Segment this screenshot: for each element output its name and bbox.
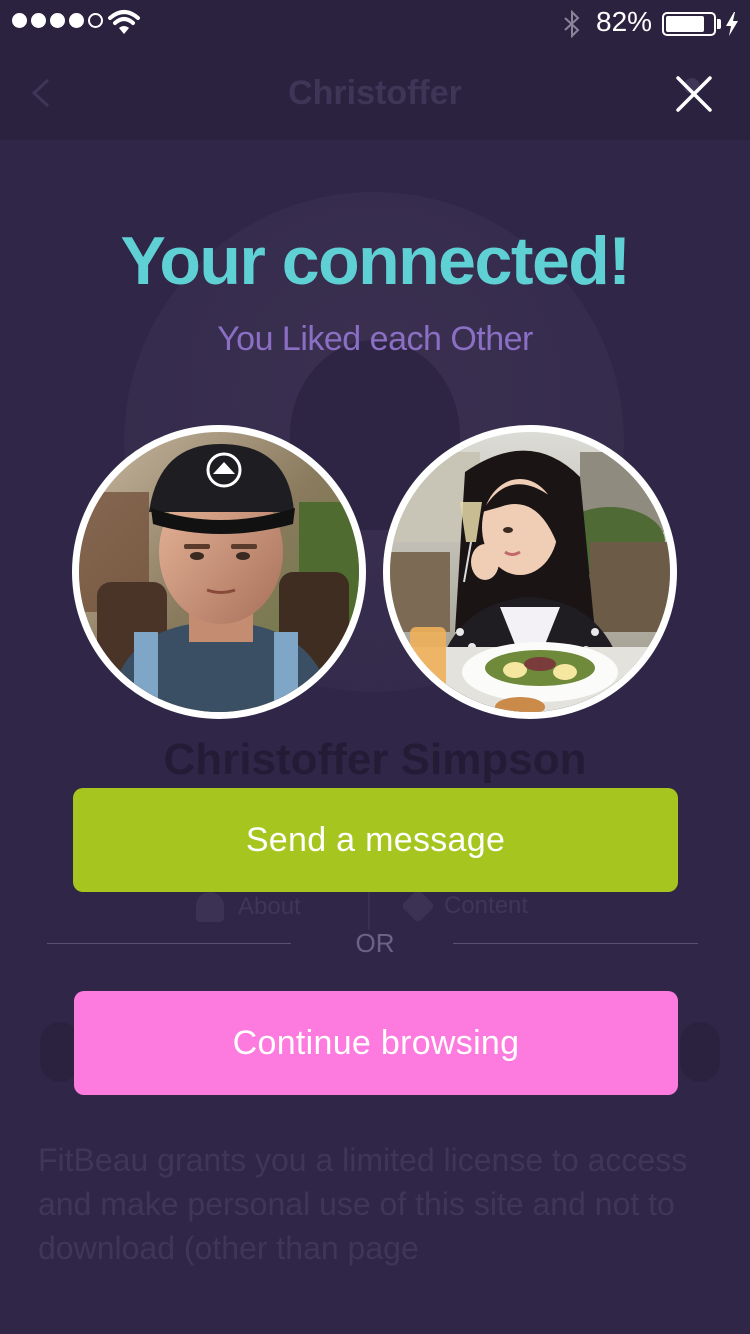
continue-browsing-button[interactable]: Continue browsing [74, 991, 678, 1095]
background-paragraph: FitBeau grants you a limited license to … [38, 1142, 688, 1266]
status-bar: 82% [0, 0, 750, 40]
background-nav-title: Christoffer [288, 74, 462, 112]
tag-icon [401, 889, 435, 923]
woman-at-restaurant-photo [390, 432, 670, 712]
person-icon [196, 892, 224, 922]
battery-fill [666, 16, 704, 32]
background-tab-about: About [196, 892, 301, 922]
background-profile-name: Christoffer Simpson [163, 735, 587, 784]
signal-strength-icon [12, 13, 103, 28]
man-in-cap-photo [79, 432, 359, 712]
close-icon[interactable] [670, 70, 718, 118]
battery-tip [717, 19, 721, 29]
wifi-icon [108, 10, 140, 34]
signal-dot [50, 13, 65, 28]
match-headline: Your connected! [120, 223, 631, 299]
bluetooth-icon [564, 10, 580, 38]
user-photo [72, 425, 366, 719]
background-tab-divider [368, 890, 370, 930]
battery-icon [662, 12, 716, 36]
divider-line-right [453, 943, 698, 944]
signal-dot-empty [88, 13, 103, 28]
signal-dot [12, 13, 27, 28]
lightning-icon [726, 12, 738, 36]
or-divider: OR [0, 926, 750, 962]
signal-dot [31, 13, 46, 28]
send-message-button[interactable]: Send a message [73, 788, 678, 892]
signal-dot [69, 13, 84, 28]
match-photo [383, 425, 677, 719]
background-tab-content-label: Content [444, 892, 529, 919]
background-tab-about-label: About [238, 893, 301, 920]
match-subheadline: You Liked each Other [217, 320, 533, 358]
battery-percentage: 82% [596, 6, 653, 37]
background-tab-content: Content [401, 889, 529, 923]
background-chip-right [680, 1022, 720, 1082]
